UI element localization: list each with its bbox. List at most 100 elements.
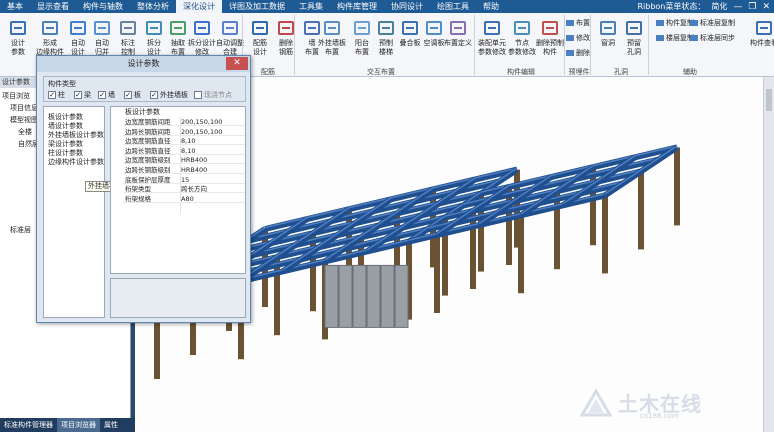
auto-adjust-icon	[221, 19, 239, 37]
property-value[interactable]: 200,150,100	[181, 118, 222, 126]
property-row[interactable]: 桁架类型 跨长方向	[123, 185, 245, 194]
annotation-icon	[119, 19, 137, 37]
layout-define-button[interactable]: 布置定义	[442, 15, 474, 65]
property-value[interactable]: A80	[181, 195, 194, 203]
reserved-hole-button[interactable]: 预留 孔洞	[618, 15, 650, 65]
component-view-button[interactable]: 构件查看	[748, 15, 774, 65]
property-value[interactable]: 跨长方向	[181, 185, 207, 193]
wall-panel[interactable]	[366, 264, 381, 328]
column[interactable]	[518, 215, 524, 294]
checkbox-2[interactable]: ✓ 墙	[98, 90, 115, 100]
ribbon-state-value[interactable]: 简化	[711, 1, 727, 12]
menu-item[interactable]: 构件库管理	[330, 0, 384, 13]
property-row[interactable]: 底板保护层厚度 15	[123, 176, 245, 184]
wall-panel[interactable]	[338, 264, 353, 328]
cladding-panel-icon	[323, 19, 341, 37]
component-copy-button[interactable]: 构件复制	[656, 18, 694, 28]
watermark-url: co188.com	[640, 412, 679, 420]
ribbon-button-label: 预制 楼梯	[379, 39, 393, 56]
property-row[interactable]: 边跨长钢筋级别 HRB400	[123, 166, 245, 174]
restore-icon[interactable]: ❐	[748, 2, 756, 12]
minimize-icon[interactable]: —	[733, 2, 742, 12]
checkbox-4[interactable]: ✓ 外挂墙板	[150, 90, 188, 100]
menu-item[interactable]: 详图及加工数据	[222, 0, 292, 13]
checkbox-label: 梁	[84, 91, 91, 99]
balcony-icon	[353, 19, 371, 37]
floor-sync-icon	[690, 34, 698, 42]
property-row[interactable]: 边宽度钢筋间距 200,150,100	[123, 118, 245, 126]
checkbox-1[interactable]: ✓ 梁	[74, 90, 91, 100]
edit-small-button[interactable]: 修改	[566, 33, 590, 43]
column[interactable]	[590, 167, 596, 246]
menu-item[interactable]: 显示查看	[30, 0, 76, 13]
menu-item[interactable]: 绘图工具	[430, 0, 476, 13]
close-window-icon[interactable]: ✕	[762, 2, 770, 12]
wall-panel[interactable]	[394, 264, 409, 328]
layout-small-icon	[566, 19, 574, 27]
property-value[interactable]: 8,10	[181, 137, 195, 145]
assembly-unit-button[interactable]: 装配单元 参数修改	[476, 15, 508, 65]
column[interactable]	[638, 171, 644, 250]
menu-item[interactable]: 深化设计	[176, 0, 222, 13]
level-copy-button[interactable]: 楼层复制	[656, 33, 694, 43]
column[interactable]	[506, 187, 512, 265]
menu-item[interactable]: 整体分析	[130, 0, 176, 13]
checkbox-0[interactable]: ✓ 柱	[48, 90, 65, 100]
level-copy-icon	[656, 34, 664, 42]
layout-small-button[interactable]: 布置	[566, 18, 590, 28]
column[interactable]	[274, 257, 280, 336]
column[interactable]	[602, 195, 608, 274]
menu-item[interactable]: 帮助	[476, 0, 506, 13]
property-row[interactable]: 边宽度钢筋级别 HRB400	[123, 156, 245, 165]
property-row[interactable]: 桁架规格 A80	[123, 195, 245, 203]
wall-panel[interactable]	[380, 264, 395, 328]
scroll-thumb[interactable]	[766, 89, 772, 111]
tree-item[interactable]: 全楼	[18, 127, 32, 137]
delete-precast-button[interactable]: 删除预制 构件	[534, 15, 566, 65]
tree-item[interactable]: 标准层	[10, 225, 31, 235]
ribbon-group-label: 交互布置	[367, 68, 395, 76]
menu-item[interactable]: 基本	[0, 0, 30, 13]
cladding-wall-panels[interactable]	[324, 264, 409, 328]
bottom-tab[interactable]: 项目浏览器	[57, 418, 100, 432]
checkbox-box: ✓	[124, 91, 132, 99]
bottom-tab[interactable]: 标准构件管理器	[0, 418, 57, 432]
column[interactable]	[434, 235, 440, 313]
menu-item[interactable]: 构件与轴数	[76, 0, 130, 13]
property-value[interactable]: HRB400	[181, 166, 207, 174]
property-grid[interactable]: 板设计参数 边宽度钢筋间距 200,150,100 边跨长钢筋间距 200,150,1…	[110, 106, 246, 274]
property-row[interactable]: 边跨长钢筋间距 200,150,100	[123, 128, 245, 136]
tree-item[interactable]: 项目信息	[10, 103, 38, 113]
column[interactable]	[310, 233, 316, 312]
column[interactable]	[674, 147, 680, 226]
vertical-scrollbar[interactable]	[763, 77, 774, 432]
tree-item[interactable]: 模型视图	[10, 115, 38, 125]
wall-panel[interactable]	[324, 264, 339, 328]
parameter-category-list[interactable]: 板设计参数 墙设计参数 外挂墙板设计参数 梁设计参数 柱设计参数 边缘构件设计参数	[43, 106, 105, 318]
close-button[interactable]: ✕	[226, 57, 248, 70]
dialog-titlebar[interactable]: 设计参数 ✕	[37, 56, 250, 72]
column[interactable]	[554, 191, 560, 270]
column[interactable]	[470, 211, 476, 289]
tree-item[interactable]: 项目浏览	[2, 91, 30, 101]
property-row[interactable]: 边跨长钢筋直径 8,10	[123, 147, 245, 155]
property-row[interactable]: 边宽度钢筋直径 8,10	[123, 137, 245, 146]
menu-item[interactable]: 协同设计	[384, 0, 430, 13]
menu-item[interactable]: 工具集	[292, 0, 330, 13]
parameter-category-item[interactable]: 边缘构件设计参数	[48, 157, 104, 167]
property-value[interactable]: HRB400	[181, 156, 207, 164]
floor-sync-button[interactable]: 标准层同步	[690, 33, 735, 43]
ribbon-group-label: 构件编辑	[507, 68, 535, 76]
property-value[interactable]: 8,10	[181, 147, 195, 155]
ribbon-group-label: 孔洞	[614, 68, 628, 76]
cladding-panel-button[interactable]: 外挂墙板 布置	[316, 15, 348, 65]
checkbox-3[interactable]: ✓ 板	[124, 90, 141, 100]
bottom-tab[interactable]: 属性	[100, 418, 122, 432]
property-value[interactable]: 200,150,100	[181, 128, 222, 136]
delete-small-button[interactable]: 删除	[566, 48, 590, 58]
property-value[interactable]: 15	[181, 176, 189, 184]
floor-copy-button[interactable]: 标准层复制	[690, 18, 735, 28]
checkbox-label: 柱	[58, 91, 65, 99]
wall-panel[interactable]	[352, 264, 367, 328]
settings-button[interactable]: 设计 参数	[2, 15, 34, 65]
